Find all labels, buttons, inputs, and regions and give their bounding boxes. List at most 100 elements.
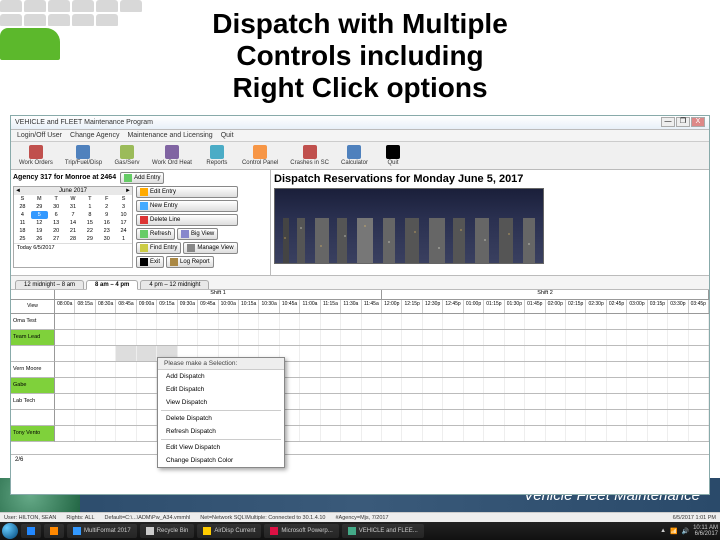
schedule-cell[interactable] (648, 394, 668, 409)
edit-entry-button[interactable]: Edit Entry (136, 186, 238, 198)
schedule-cell[interactable] (75, 330, 95, 345)
schedule-cell[interactable] (137, 314, 157, 329)
resource-row-label[interactable]: Vern Moore (11, 362, 55, 378)
cal-day[interactable]: 19 (31, 227, 48, 235)
schedule-cell[interactable] (300, 346, 320, 361)
cal-day[interactable]: 20 (48, 227, 65, 235)
toolbar-quit[interactable]: Quit (376, 144, 410, 167)
schedule-cell[interactable] (423, 362, 443, 377)
schedule-cell[interactable] (198, 330, 218, 345)
schedule-cell[interactable] (525, 346, 545, 361)
schedule-cell[interactable] (607, 378, 627, 393)
schedule-cell[interactable] (116, 394, 136, 409)
schedule-cell[interactable] (689, 330, 709, 345)
schedule-cell[interactable] (505, 426, 525, 441)
schedule-cell[interactable] (525, 314, 545, 329)
schedule-cell[interactable] (627, 410, 647, 425)
cal-day[interactable]: 3 (115, 203, 132, 211)
schedule-cell[interactable] (668, 346, 688, 361)
network-icon[interactable]: 📶 (670, 528, 677, 535)
schedule-cell[interactable] (668, 378, 688, 393)
schedule-cell[interactable] (362, 346, 382, 361)
schedule-cell[interactable] (546, 426, 566, 441)
schedule-cell[interactable] (55, 314, 75, 329)
schedule-cell[interactable] (505, 314, 525, 329)
context-menu-item[interactable]: Delete Dispatch (158, 412, 284, 425)
schedule-cell[interactable] (300, 426, 320, 441)
schedule-cell[interactable] (484, 362, 504, 377)
schedule-cell[interactable] (300, 410, 320, 425)
schedule-cell[interactable] (607, 314, 627, 329)
cal-day[interactable]: 15 (81, 219, 98, 227)
cal-day[interactable]: 5 (31, 211, 48, 219)
schedule-row[interactable] (55, 410, 709, 426)
menu-login[interactable]: Login/Off User (17, 132, 62, 139)
schedule-cell[interactable] (464, 362, 484, 377)
schedule-cell[interactable] (668, 314, 688, 329)
toolbar-work-orders[interactable]: Work Orders (15, 144, 57, 167)
toolbar-calculator[interactable]: Calculator (337, 144, 372, 167)
schedule-cell[interactable] (219, 330, 239, 345)
schedule-cell[interactable] (116, 362, 136, 377)
schedule-cell[interactable] (96, 426, 116, 441)
schedule-cell[interactable] (586, 394, 606, 409)
schedule-cell[interactable] (402, 426, 422, 441)
schedule-cell[interactable] (75, 410, 95, 425)
schedule-cell[interactable] (627, 378, 647, 393)
context-menu-item[interactable]: Edit Dispatch (158, 383, 284, 396)
schedule-cell[interactable] (341, 410, 361, 425)
cal-day[interactable]: 26 (31, 235, 48, 243)
taskbar-item[interactable]: VEHICLE and FLEE... (342, 524, 424, 538)
schedule-cell[interactable] (423, 410, 443, 425)
schedule-cell[interactable] (423, 426, 443, 441)
resource-row-label[interactable] (11, 346, 55, 362)
cal-day[interactable]: 14 (65, 219, 82, 227)
schedule-cell[interactable] (648, 314, 668, 329)
schedule-cell[interactable] (566, 330, 586, 345)
cal-day[interactable]: 9 (98, 211, 115, 219)
schedule-cell[interactable] (586, 346, 606, 361)
cal-day[interactable]: 21 (65, 227, 82, 235)
schedule-cell[interactable] (96, 362, 116, 377)
schedule-cell[interactable] (382, 362, 402, 377)
schedule-cell[interactable] (96, 330, 116, 345)
schedule-cell[interactable] (586, 362, 606, 377)
schedule-cell[interactable] (198, 314, 218, 329)
toolbar-gas-serv[interactable]: Gas/Serv (110, 144, 144, 167)
cal-day[interactable]: 30 (98, 235, 115, 243)
schedule-cell[interactable] (75, 378, 95, 393)
schedule-cell[interactable] (280, 330, 300, 345)
close-button[interactable]: X (691, 117, 705, 127)
schedule-cell[interactable] (423, 394, 443, 409)
schedule-cell[interactable] (137, 410, 157, 425)
titlebar[interactable]: VEHICLE and FLEET Maintenance Program — … (11, 116, 709, 130)
resource-row-label[interactable] (11, 410, 55, 426)
cal-day[interactable]: 23 (98, 227, 115, 235)
schedule-cell[interactable] (382, 346, 402, 361)
refresh-button[interactable]: Refresh (136, 228, 175, 240)
schedule-cell[interactable] (566, 314, 586, 329)
schedule-cell[interactable] (648, 426, 668, 441)
schedule-cell[interactable] (566, 426, 586, 441)
schedule-cell[interactable] (55, 362, 75, 377)
schedule-cell[interactable] (525, 330, 545, 345)
schedule-cell[interactable] (689, 346, 709, 361)
schedule-cell[interactable] (55, 378, 75, 393)
schedule-cell[interactable] (689, 378, 709, 393)
schedule-cell[interactable] (648, 410, 668, 425)
schedule-cell[interactable] (423, 314, 443, 329)
cal-day[interactable]: 24 (115, 227, 132, 235)
schedule-cell[interactable] (689, 394, 709, 409)
schedule-cell[interactable] (341, 362, 361, 377)
context-menu-item[interactable]: Refresh Dispatch (158, 425, 284, 438)
cal-day[interactable]: 1 (115, 235, 132, 243)
schedule-cell[interactable] (321, 330, 341, 345)
resource-row-label[interactable]: Lab Tech (11, 394, 55, 410)
schedule-cell[interactable] (137, 394, 157, 409)
schedule-cell[interactable] (484, 378, 504, 393)
schedule-cell[interactable] (546, 362, 566, 377)
schedule-cell[interactable] (648, 346, 668, 361)
cal-day[interactable]: 28 (14, 203, 31, 211)
schedule-cell[interactable] (443, 330, 463, 345)
schedule-cell[interactable] (75, 362, 95, 377)
